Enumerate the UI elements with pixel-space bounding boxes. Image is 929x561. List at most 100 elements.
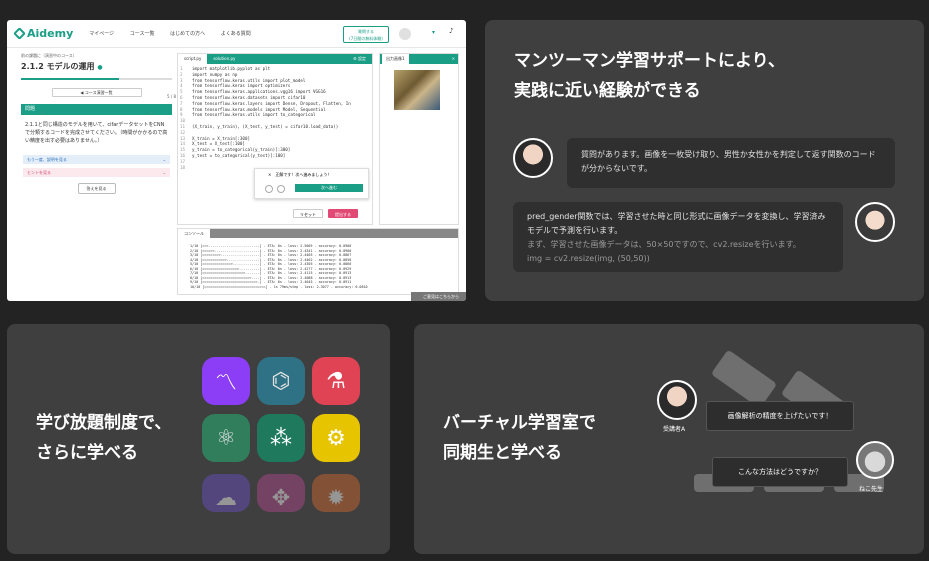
feedback-button[interactable]: ご意見はこちらから bbox=[411, 292, 466, 301]
mentor-card: マンツーマン学習サポートにより、 実践に近い経験ができる 質問があります。画像を… bbox=[485, 20, 924, 301]
editor-tabs: script.py solution.py ⚙ 設定 bbox=[178, 54, 372, 64]
tab-console[interactable]: コンソール bbox=[178, 229, 210, 238]
console-panel: コンソール 1/10 [==>.........................… bbox=[177, 228, 459, 295]
app-trend-chart-tile[interactable]: 〽 bbox=[202, 357, 250, 405]
redo-icon[interactable] bbox=[277, 185, 285, 193]
code-text: from tensorflow.keras.utils import to_ca… bbox=[192, 112, 316, 118]
logo-icon bbox=[13, 27, 26, 40]
nav-beginners[interactable]: はじめての方へ bbox=[170, 31, 205, 37]
app-header: Aidemy マイページ コース一覧 はじめての方へ よくある質問 質問する (… bbox=[7, 20, 466, 48]
settings-button[interactable]: ⚙ 設定 bbox=[347, 54, 372, 64]
code-text: X_train = X_train[:300] bbox=[192, 135, 250, 141]
code-text: X_test = X_test[:100] bbox=[192, 141, 245, 147]
problem-description: 2.1.1と同じ構造のモデルを用いて、cifarデータセットをCNNで分類するコ… bbox=[25, 122, 168, 144]
success-popup: × 正解です！次へ進みましょう！ 次へ進む bbox=[254, 168, 369, 199]
atom-icon: ⚛ bbox=[216, 425, 236, 451]
tab-script[interactable]: script.py bbox=[178, 54, 208, 64]
chevron-down-icon[interactable]: ▾ bbox=[432, 29, 435, 36]
student-avatar bbox=[513, 138, 553, 178]
answer-bubble: pred_gender関数では、学習させた時と同じ形式に画像データを変換し、学習… bbox=[513, 202, 843, 272]
code-text: import matplotlib.pyplot as plt bbox=[192, 66, 271, 71]
app-network-tile[interactable]: ⁂ bbox=[257, 414, 305, 462]
app-gear-tile[interactable]: ⚙ bbox=[312, 414, 360, 462]
question-bubble: 質問があります。画像を一枚受け取り、男性か女性かを判定して返す関数のコードが分か… bbox=[567, 138, 895, 188]
desk bbox=[710, 349, 778, 409]
code-text: from tensorflow.keras.utils import plot_… bbox=[192, 77, 306, 83]
code-text: from tensorflow.keras.applications.vgg16… bbox=[192, 89, 326, 95]
code-editor[interactable]: script.py solution.py ⚙ 設定 1 import matpl… bbox=[177, 53, 373, 225]
chevron-down-icon: ⌄ bbox=[162, 157, 166, 162]
app-flask-tile[interactable]: ⚗ bbox=[312, 357, 360, 405]
virtual-room-card: バーチャル学習室で 同期生と学べる 受講者A 画像解析の精度を上げたいです！ ね… bbox=[414, 324, 924, 554]
nav-mypage[interactable]: マイページ bbox=[89, 31, 114, 37]
progress-bar bbox=[21, 78, 172, 80]
gear-icon: ⚙ bbox=[326, 425, 346, 451]
avatar[interactable] bbox=[399, 28, 411, 40]
bell-icon[interactable]: ♪ bbox=[449, 27, 453, 35]
reset-button[interactable]: リセット bbox=[293, 209, 323, 218]
brain-icon: ☁ bbox=[215, 485, 237, 511]
code-text: y_test = to_categorical(y_test)[:100] bbox=[192, 152, 286, 158]
tab-solution[interactable]: solution.py bbox=[207, 54, 241, 64]
tab-output-image[interactable]: 出力画像1 bbox=[382, 54, 409, 64]
sun-icon: ✹ bbox=[326, 485, 346, 511]
app-molecule-tile[interactable]: ⌬ bbox=[257, 357, 305, 405]
code-text: y_train = to_categorical(y_train)[:300] bbox=[192, 147, 291, 153]
explanation-accordion[interactable]: もう一度、説明を見る ⌄ bbox=[23, 155, 170, 164]
progress-fill bbox=[21, 78, 120, 80]
student-a-label: 受講者A bbox=[663, 426, 686, 433]
hint-accordion[interactable]: ヒントを見る ⌄ bbox=[23, 168, 170, 177]
progress-label: 5 / 8 bbox=[167, 94, 176, 99]
undo-icon[interactable] bbox=[265, 185, 273, 193]
cat-teacher-label: ねこ先生 bbox=[859, 486, 884, 493]
code-text: import numpy as np bbox=[192, 71, 238, 77]
student-a-avatar bbox=[657, 380, 697, 420]
console-log: 1/10 [==>.........................] - ET… bbox=[178, 238, 458, 289]
student-message: 画像解析の精度を上げたいです！ bbox=[706, 401, 854, 431]
next-button[interactable]: 次へ進む bbox=[295, 184, 363, 192]
breadcrumb[interactable]: 前の課題に（演習中のコース） bbox=[21, 53, 172, 59]
app-sun-tile[interactable]: ✹ bbox=[312, 474, 360, 512]
register-button[interactable]: 質問する (7日間の無料体験) bbox=[343, 26, 389, 43]
output-header: 出力画像1 × bbox=[380, 54, 458, 64]
connector-icon: ✥ bbox=[271, 485, 291, 511]
cat-teacher-avatar bbox=[856, 441, 894, 479]
app-brain-tile[interactable]: ☁ bbox=[202, 474, 250, 512]
check-icon: ● bbox=[97, 64, 103, 71]
virtual-room-heading: バーチャル学習室で 同期生と学べる bbox=[443, 413, 596, 463]
unlimited-heading: 学び放題制度で、 さらに学べる bbox=[36, 413, 172, 463]
console-line: 10/10 [==============================] -… bbox=[190, 284, 368, 289]
line-number: 18 bbox=[180, 164, 186, 170]
chevron-down-icon: ⌄ bbox=[162, 170, 166, 175]
code-text: from tensorflow.keras.datasets import ci… bbox=[192, 94, 306, 100]
editor-actions: リセット 提出する bbox=[293, 209, 358, 218]
aidemy-logo[interactable]: Aidemy bbox=[13, 27, 73, 40]
code-text: from tensorflow.keras.models import Mode… bbox=[192, 106, 326, 112]
molecule-icon: ⌬ bbox=[271, 368, 291, 394]
unlimited-card: 学び放題制度で、 さらに学べる 〽 ⌬ ⚗ ⚛ ⁂ ⚙ ☁ ✥ ✹ bbox=[7, 324, 390, 554]
show-answer-button[interactable]: 答えを見る bbox=[77, 183, 116, 194]
output-panel: 出力画像1 × bbox=[379, 53, 459, 225]
close-icon[interactable]: × bbox=[268, 172, 271, 177]
code-lines[interactable]: 1 import matplotlib.pyplot as plt 2 import … bbox=[178, 64, 372, 170]
course-title: 2.1.2 モデルの運用 bbox=[21, 62, 95, 71]
teacher-message: こんな方法はどうですか？ bbox=[712, 457, 848, 487]
output-image bbox=[394, 70, 440, 110]
app-atom-tile[interactable]: ⚛ bbox=[202, 414, 250, 462]
code-text: from tensorflow.keras import optimizers bbox=[192, 83, 291, 89]
prev-arrow-icon[interactable]: ‹ bbox=[41, 110, 43, 116]
next-arrow-icon[interactable]: › bbox=[150, 110, 152, 116]
console-header: コンソール bbox=[178, 229, 458, 238]
app-connector-tile[interactable]: ✥ bbox=[257, 474, 305, 512]
trend-chart-icon: 〽 bbox=[214, 371, 237, 396]
submit-button[interactable]: 提出する bbox=[328, 209, 358, 218]
nav-courses[interactable]: コース一覧 bbox=[130, 31, 155, 37]
nav-faq[interactable]: よくある質問 bbox=[221, 31, 251, 37]
popup-message: × 正解です！次へ進みましょう！ bbox=[268, 172, 332, 177]
course-list-button[interactable]: ◀ コース演習一覧 bbox=[51, 88, 142, 97]
code-text: from tensorflow.keras.layers import Dens… bbox=[192, 100, 351, 106]
lesson-panel: 前の課題に（演習中のコース） 2.1.2 モデルの運用 ● 5 / 8 ◀ コー… bbox=[21, 53, 176, 194]
page-title: 2.1.2 モデルの運用 ● bbox=[21, 61, 172, 72]
top-nav: マイページ コース一覧 はじめての方へ よくある質問 bbox=[89, 30, 264, 37]
close-icon[interactable]: × bbox=[452, 54, 455, 64]
